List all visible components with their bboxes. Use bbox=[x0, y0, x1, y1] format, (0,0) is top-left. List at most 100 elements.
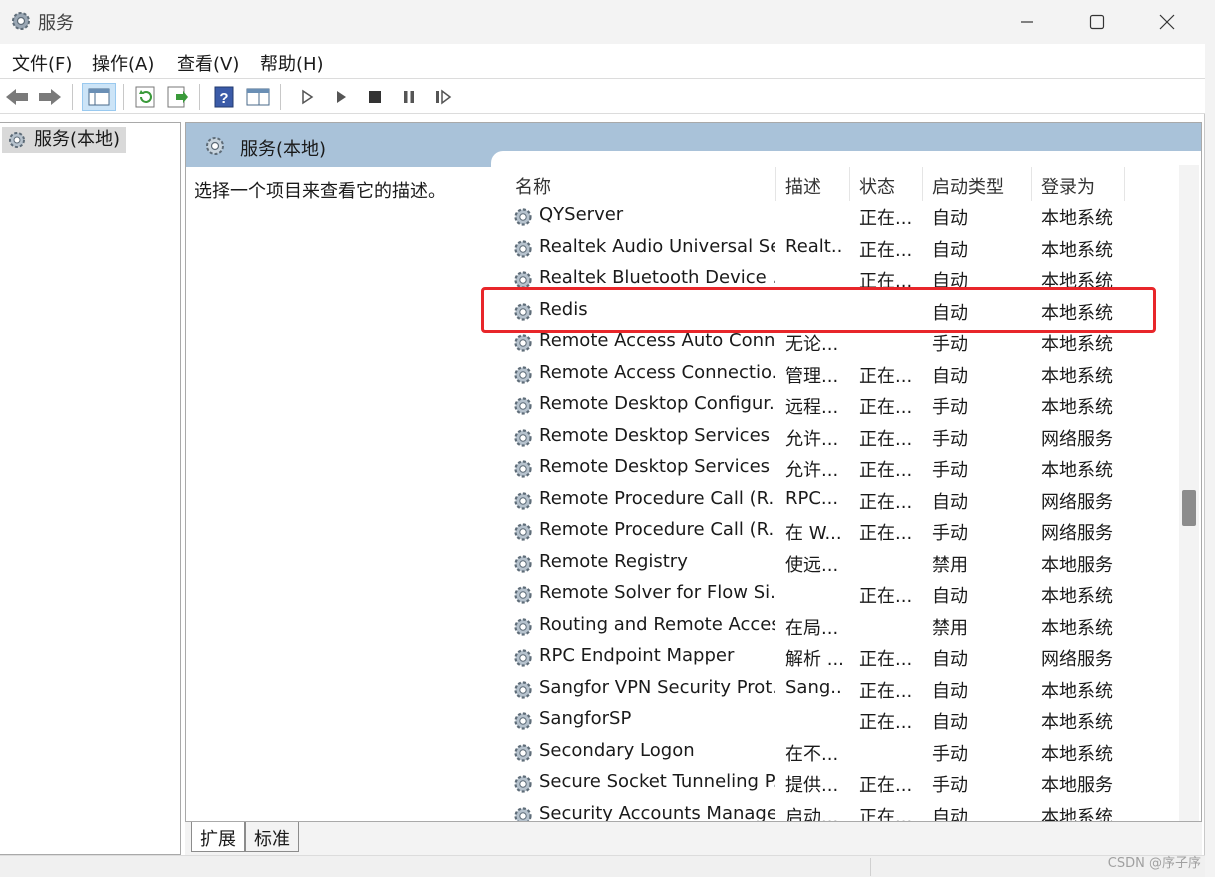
services-gear-icon bbox=[9, 132, 25, 148]
properties-button[interactable] bbox=[244, 83, 272, 111]
service-row[interactable]: Remote Desktop Services ... 允许... 正在... 手动 本… bbox=[501, 453, 1185, 485]
service-row[interactable]: Remote Desktop Services 允许... 正在... 手动 网络服务 bbox=[501, 422, 1185, 454]
service-status: 正在... bbox=[859, 365, 913, 387]
service-row[interactable]: Security Accounts Manager 启动... 正在... 自动 本地系… bbox=[501, 800, 1185, 822]
column-header-description[interactable]: 描述 bbox=[785, 173, 821, 199]
restart-service-button[interactable] bbox=[429, 83, 457, 111]
show-hide-console-tree-button[interactable] bbox=[82, 83, 116, 111]
column-header-log-on-as[interactable]: 登录为 bbox=[1041, 173, 1095, 199]
service-startup-type: 手动 bbox=[932, 460, 968, 481]
close-button[interactable] bbox=[1132, 0, 1202, 44]
service-gear-icon bbox=[514, 586, 532, 604]
service-row[interactable]: Remote Procedure Call (R... RPC... 正在... 自动… bbox=[501, 485, 1185, 517]
service-description: Realt... bbox=[785, 235, 843, 257]
services-gear-icon bbox=[206, 137, 224, 155]
service-row[interactable]: Realtek Audio Universal Se... Realt... 正在.… bbox=[501, 233, 1185, 265]
service-name: Realtek Audio Universal Se... bbox=[539, 235, 775, 257]
play-icon bbox=[302, 89, 314, 105]
service-status: 正在... bbox=[859, 208, 913, 229]
service-status: 正在... bbox=[859, 680, 913, 702]
menu-action[interactable]: 操作(A) bbox=[92, 50, 154, 76]
title-bar[interactable]: 服务 bbox=[0, 0, 1205, 44]
service-row[interactable]: Remote Solver for Flow Si... 正在... 自动 本地系统 bbox=[501, 579, 1185, 611]
service-row[interactable]: Realtek Bluetooth Device ... 正在... 自动 本地系统 bbox=[501, 264, 1185, 296]
service-log-on-as: 本地系统 bbox=[1041, 397, 1113, 418]
service-name: Remote Procedure Call (R... bbox=[539, 519, 775, 540]
scrollbar-thumb[interactable] bbox=[1182, 490, 1196, 526]
service-gear-icon bbox=[514, 271, 532, 289]
column-header-name[interactable]: 名称 bbox=[515, 173, 551, 199]
service-row[interactable]: Secure Socket Tunneling P... 提供... 正在... 手动… bbox=[501, 768, 1185, 800]
start-service-alt-button[interactable] bbox=[327, 83, 355, 111]
column-header-startup-type[interactable]: 启动类型 bbox=[932, 173, 1004, 199]
back-button[interactable] bbox=[3, 83, 31, 111]
service-startup-type: 自动 bbox=[932, 806, 968, 822]
sort-ascending-icon: ˄ bbox=[633, 165, 640, 177]
toolbar-separator bbox=[280, 84, 281, 110]
column-divider[interactable] bbox=[1124, 167, 1125, 201]
service-log-on-as: 网络服务 bbox=[1041, 523, 1113, 544]
service-gear-icon bbox=[514, 523, 532, 541]
service-row[interactable]: Remote Access Connectio... 管理... 正在... 自动 本地… bbox=[501, 359, 1185, 391]
column-divider[interactable] bbox=[775, 167, 776, 201]
service-startup-type: 手动 bbox=[932, 397, 968, 418]
vertical-scrollbar[interactable] bbox=[1179, 165, 1199, 821]
service-row[interactable]: Remote Desktop Configur... 远程... 正在... 手动 本地… bbox=[501, 390, 1185, 422]
minimize-button[interactable] bbox=[992, 0, 1062, 44]
service-startup-type: 手动 bbox=[932, 775, 968, 796]
services-pane: 服务(本地) 选择一个项目来查看它的描述。 ˄ 名称 描述 状态 启动类型 登录… bbox=[185, 122, 1202, 822]
service-row[interactable]: SangforSP 正在... 自动 本地系统 bbox=[501, 705, 1185, 737]
export-list-button[interactable] bbox=[163, 83, 191, 111]
column-divider[interactable] bbox=[1031, 167, 1032, 201]
service-description: 在 W... bbox=[785, 523, 842, 544]
service-gear-icon bbox=[514, 712, 532, 730]
service-status: 正在... bbox=[859, 806, 913, 822]
tree-item-services-local[interactable]: 服务(本地) bbox=[2, 127, 127, 153]
column-header-status[interactable]: 状态 bbox=[859, 173, 895, 199]
tab-extended[interactable]: 扩展 bbox=[191, 822, 245, 852]
services-window: 服务 文件(F) 操作(A) 查看(V) 帮助(H) ? 服务(本地) 服务(本… bbox=[0, 0, 1205, 877]
start-service-button[interactable] bbox=[293, 83, 321, 111]
pause-service-button[interactable] bbox=[395, 83, 423, 111]
menu-file[interactable]: 文件(F) bbox=[12, 50, 72, 76]
service-log-on-as: 本地系统 bbox=[1041, 302, 1113, 324]
tab-standard[interactable]: 标准 bbox=[245, 822, 299, 852]
service-row[interactable]: Secondary Logon 在不... 手动 本地系统 bbox=[501, 737, 1185, 769]
service-name: Realtek Bluetooth Device ... bbox=[539, 267, 775, 288]
help-button[interactable]: ? bbox=[210, 83, 238, 111]
refresh-button[interactable] bbox=[131, 83, 159, 111]
service-gear-icon bbox=[514, 208, 532, 226]
service-description: Sang... bbox=[785, 676, 843, 698]
service-row[interactable]: Sangfor VPN Security Prot... Sang... 正在...… bbox=[501, 674, 1185, 706]
service-row[interactable]: Remote Procedure Call (R... 在 W... 正在... 手动… bbox=[501, 516, 1185, 548]
list-header: ˄ 名称 描述 状态 启动类型 登录为 bbox=[501, 165, 1185, 201]
service-startup-type: 自动 bbox=[932, 365, 968, 387]
service-row[interactable]: Remote Registry 使远... 禁用 本地服务 bbox=[501, 548, 1185, 580]
service-row[interactable]: Redis 自动 本地系统 bbox=[501, 296, 1185, 328]
service-log-on-as: 本地系统 bbox=[1041, 617, 1113, 639]
status-divider bbox=[870, 858, 871, 876]
service-log-on-as: 本地系统 bbox=[1041, 712, 1113, 733]
menu-help[interactable]: 帮助(H) bbox=[260, 50, 324, 76]
service-startup-type: 自动 bbox=[932, 208, 968, 229]
service-name: Redis bbox=[539, 298, 588, 320]
forward-button[interactable] bbox=[36, 83, 64, 111]
service-row[interactable]: RPC Endpoint Mapper 解析 ... 正在... 自动 网络服务 bbox=[501, 642, 1185, 674]
menu-view[interactable]: 查看(V) bbox=[177, 50, 239, 76]
services-list: ˄ 名称 描述 状态 启动类型 登录为 QYServer 正在... 自动 本地系统 R… bbox=[501, 165, 1185, 821]
toolbar-separator bbox=[72, 84, 73, 110]
service-row[interactable]: Remote Access Auto Conn... 无论... 手动 本地系统 bbox=[501, 327, 1185, 359]
maximize-button[interactable] bbox=[1062, 0, 1132, 44]
service-row[interactable]: QYServer 正在... 自动 本地系统 bbox=[501, 201, 1185, 233]
service-description: 管理... bbox=[785, 365, 839, 387]
service-description: 在局... bbox=[785, 617, 839, 639]
column-divider[interactable] bbox=[849, 167, 850, 201]
service-gear-icon bbox=[514, 554, 532, 573]
window-title: 服务 bbox=[38, 13, 74, 34]
service-name: Secure Socket Tunneling P... bbox=[539, 771, 775, 792]
column-divider[interactable] bbox=[922, 167, 923, 201]
service-row[interactable]: Routing and Remote Access 在局... 禁用 本地系统 bbox=[501, 611, 1185, 643]
stop-service-button[interactable] bbox=[361, 83, 389, 111]
minimize-icon bbox=[1021, 21, 1033, 23]
service-startup-type: 禁用 bbox=[932, 554, 968, 576]
